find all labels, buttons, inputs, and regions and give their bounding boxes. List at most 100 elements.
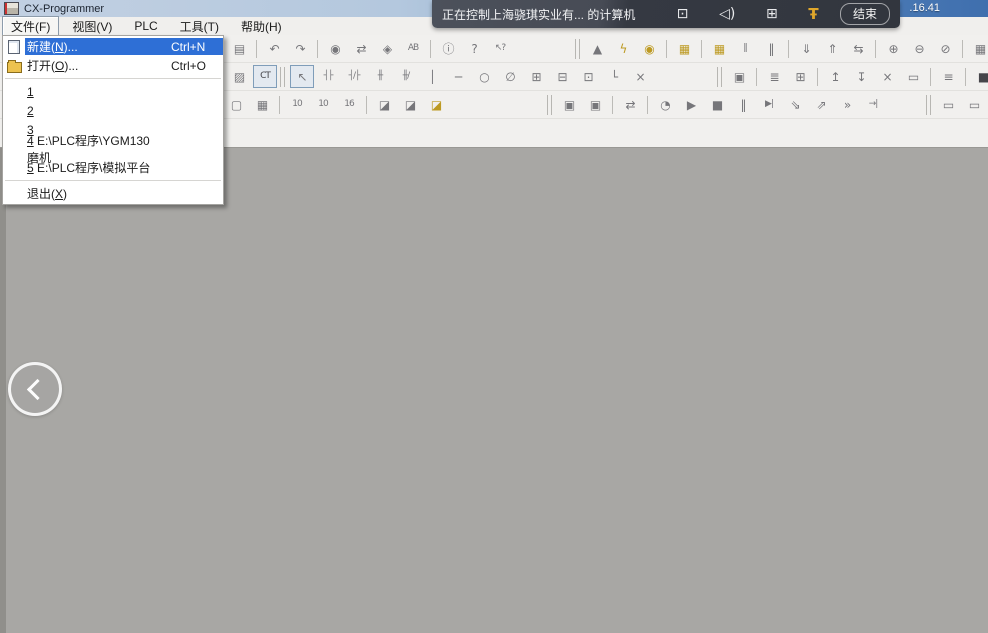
print-button[interactable]: ▤: [227, 37, 251, 60]
rung-grid-button[interactable]: ▦: [250, 93, 274, 116]
menubar-item-0[interactable]: 文件(F): [2, 16, 59, 37]
toolbar-drag-handle[interactable]: [926, 95, 931, 115]
insert-rung-cell-button[interactable]: ▭: [901, 65, 925, 88]
io-table-button[interactable]: ▦: [968, 37, 988, 60]
replace-ab-button[interactable]: AB: [401, 37, 425, 60]
data-trace-report-button[interactable]: ▣: [583, 93, 607, 116]
force-cancel-button[interactable]: ⊘: [933, 37, 957, 60]
context-help-button[interactable]: ↖?: [488, 37, 512, 60]
pause-button[interactable]: ‖: [759, 37, 783, 60]
insert-rung-below-button[interactable]: ↧: [849, 65, 873, 88]
insert-rung-above-button[interactable]: ↥: [823, 65, 847, 88]
monitor-hex-button[interactable]: 16: [337, 93, 361, 116]
force-on-button[interactable]: ⊕: [881, 37, 905, 60]
memory-bar-1-button[interactable]: ▭: [936, 93, 960, 116]
toolbar-drag-handle[interactable]: [547, 95, 552, 115]
program-upload-button[interactable]: ⇑: [820, 37, 844, 60]
new-or-closed-contact-button[interactable]: ╫/: [394, 65, 418, 88]
pause-with-trigger-button[interactable]: ◪: [398, 93, 422, 116]
window-views-button[interactable]: ▣: [727, 65, 751, 88]
differential-monitor-button[interactable]: ◪: [372, 93, 396, 116]
properties-info-button[interactable]: ⓘ: [436, 37, 460, 60]
new-closed-contact-button[interactable]: ┤/├: [342, 65, 366, 88]
monitor-signed-decimal-button[interactable]: 10: [311, 93, 335, 116]
menubar-item-4[interactable]: 帮助(H): [232, 16, 291, 37]
monitor-decimal-button[interactable]: 10: [285, 93, 309, 116]
new-vertical-down-button[interactable]: └: [602, 65, 626, 88]
menubar-item-1[interactable]: 视图(V): [63, 16, 121, 37]
data-trace-save-button[interactable]: ▣: [557, 93, 581, 116]
watch-window-button[interactable]: ■: [971, 65, 988, 88]
search-in-plc-button[interactable]: ◈: [375, 37, 399, 60]
forced-status-scan-button[interactable]: ◪: [424, 93, 448, 116]
sheet-list-button[interactable]: ≣: [762, 65, 786, 88]
insert-rung-cell-icon: ▭: [908, 71, 918, 83]
delete-rung-button[interactable]: ×: [875, 65, 899, 88]
program-compare-button[interactable]: ⇆: [846, 37, 870, 60]
online-simulator-button[interactable]: ϟ: [611, 37, 635, 60]
redo-button[interactable]: ↷: [288, 37, 312, 60]
work-online-button[interactable]: ▲: [585, 37, 609, 60]
sim-stop-button[interactable]: ■: [705, 93, 729, 116]
back-bubble-button[interactable]: [8, 362, 62, 416]
address-reference-list-button[interactable]: ≡: [936, 65, 960, 88]
undo-button[interactable]: ↶: [262, 37, 286, 60]
new-instruction-block-button[interactable]: ⊟: [550, 65, 574, 88]
sim-play-button[interactable]: ▶: [679, 93, 703, 116]
sim-step-run-button[interactable]: ▶|: [757, 93, 781, 116]
sim-run-to-end-button[interactable]: →|: [861, 93, 885, 116]
data-trace-save-icon: ▣: [564, 99, 574, 111]
memory-bar-2-button[interactable]: ▭: [962, 93, 986, 116]
monitor-clock-button[interactable]: ▦: [707, 37, 731, 60]
grid-options-button[interactable]: ⊞: [788, 65, 812, 88]
new-horizontal-line-button[interactable]: ─: [446, 65, 470, 88]
new-contact-button[interactable]: ┤├: [316, 65, 340, 88]
program-download-button[interactable]: ⇓: [794, 37, 818, 60]
auto-online-button[interactable]: ◉: [637, 37, 661, 60]
new-coil-button[interactable]: ○: [472, 65, 496, 88]
new-vertical-line-button[interactable]: │: [420, 65, 444, 88]
menu-exit[interactable]: 退出(X): [3, 184, 223, 203]
fullscreen-icon[interactable]: ⊡: [677, 6, 689, 22]
menubar-item-2[interactable]: PLC: [125, 17, 166, 35]
replace-ab-icon: AB: [408, 44, 418, 53]
clipboard-view-button[interactable]: ▢: [224, 93, 248, 116]
menu-recent-5[interactable]: 5 E:\PLC程序\模拟平台: [3, 158, 223, 177]
new-instruction-button[interactable]: ⊞: [524, 65, 548, 88]
sim-pause-button[interactable]: ‖: [731, 93, 755, 116]
force-off-button[interactable]: ⊖: [907, 37, 931, 60]
toolbar-drag-handle[interactable]: [575, 39, 580, 59]
menu-recent-2[interactable]: 2: [3, 101, 223, 120]
new-function-block-button[interactable]: ⊡: [576, 65, 600, 88]
new-or-contact-button[interactable]: ╫: [368, 65, 392, 88]
new-instruction-block-icon: ⊟: [557, 71, 566, 83]
run-simulator-button[interactable]: ◔: [653, 93, 677, 116]
help-button[interactable]: ?: [462, 37, 486, 60]
menu-new[interactable]: 新建(N)...Ctrl+N: [3, 37, 223, 56]
erase-tool-button[interactable]: ×: [628, 65, 652, 88]
toolbar-drag-handle[interactable]: [717, 67, 722, 87]
menubar-item-3[interactable]: 工具(T): [171, 16, 228, 37]
sim-step-out-button[interactable]: ⇗: [809, 93, 833, 116]
data-transfer-button[interactable]: ⇄: [618, 93, 642, 116]
pause-monitor-button[interactable]: ‖: [733, 37, 757, 60]
menu-recent-1[interactable]: 1: [3, 82, 223, 101]
data-trace-report-icon: ▣: [590, 99, 600, 111]
select-tool-button[interactable]: ↖: [290, 65, 314, 88]
toolbar-drag-handle[interactable]: [280, 67, 285, 87]
end-session-button[interactable]: 结束: [840, 3, 890, 25]
symbol-table-button[interactable]: ▨: [227, 65, 251, 88]
speaker-icon[interactable]: ◁): [719, 6, 735, 22]
find-replace-button[interactable]: ⇄: [349, 37, 373, 60]
monitor-mode-button[interactable]: ▦: [672, 37, 696, 60]
window-adjust-icon[interactable]: ⊞: [766, 6, 778, 22]
section-ct-button[interactable]: CT: [253, 65, 277, 88]
remote-tool-icon[interactable]: Ŧ: [808, 5, 818, 23]
menu-open[interactable]: 打开(O)...Ctrl+O: [3, 56, 223, 75]
find-button[interactable]: ◉: [323, 37, 347, 60]
menu-recent-4[interactable]: 4 E:\PLC程序\YGM130磨机: [3, 139, 223, 158]
new-closed-coil-button[interactable]: ∅: [498, 65, 522, 88]
sim-continuous-step-button[interactable]: »: [835, 93, 859, 116]
toolbar-separator: [366, 96, 367, 114]
sim-step-in-button[interactable]: ⇘: [783, 93, 807, 116]
